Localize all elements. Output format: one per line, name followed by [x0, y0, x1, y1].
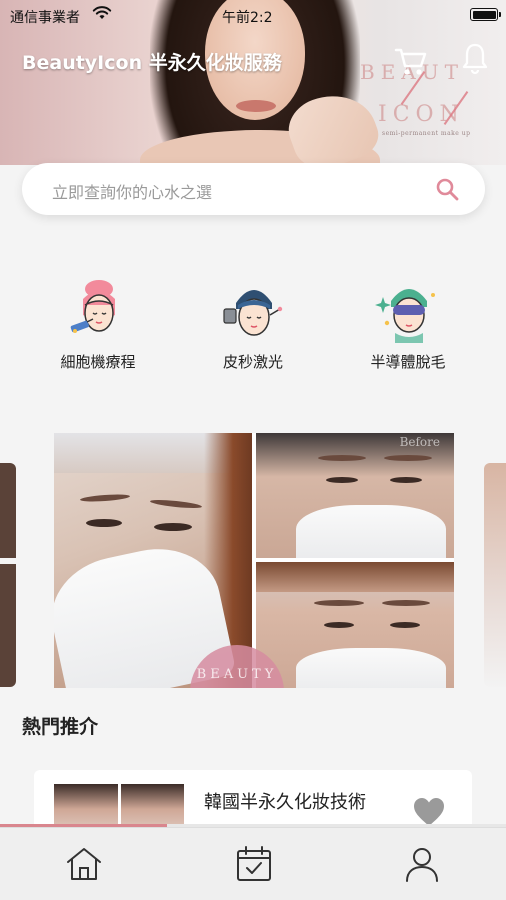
after-photo	[256, 562, 454, 688]
carousel-slide[interactable]: Before BEAUTY	[54, 433, 454, 688]
category-hair-removal[interactable]: 半導體脫毛	[338, 275, 478, 372]
carousel-next-slide[interactable]	[484, 463, 506, 687]
search-placeholder: 立即查詢你的心水之選	[52, 183, 213, 202]
promo-carousel[interactable]: Before BEAUTY	[0, 433, 506, 688]
wifi-icon	[92, 6, 112, 19]
search-input[interactable]: 立即查詢你的心水之選	[22, 163, 485, 215]
facial-machine-icon	[70, 280, 115, 333]
section-title-popular: 熱門推介	[22, 716, 99, 738]
home-icon[interactable]	[64, 844, 104, 884]
category-label: 皮秒激光	[222, 353, 283, 371]
page-title: BeautyIcon 半永久化妝服務	[22, 52, 282, 74]
banner-model-lips	[236, 100, 276, 112]
profile-icon[interactable]	[402, 844, 442, 884]
battery-icon	[470, 8, 501, 21]
carrier-label: 通信事業者	[10, 10, 80, 26]
category-label: 半導體脫毛	[370, 353, 446, 371]
category-facial-machine[interactable]: 細胞機療程	[28, 275, 168, 372]
cart-icon[interactable]	[394, 44, 428, 78]
search-icon[interactable]	[435, 177, 459, 201]
bell-icon[interactable]	[460, 42, 490, 76]
category-laser[interactable]: 皮秒激光	[183, 275, 323, 372]
status-time: 午前2:2	[222, 10, 273, 26]
bottom-nav	[0, 827, 506, 900]
recommendation-title: 韓國半永久化妝技術	[204, 792, 366, 813]
laser-treatment-icon	[223, 290, 283, 336]
category-label: 細胞機療程	[60, 353, 136, 371]
hair-removal-icon	[375, 289, 435, 343]
status-bar: 通信事業者 午前2:2	[0, 0, 506, 30]
calendar-icon[interactable]	[234, 844, 274, 884]
carousel-prev-slide[interactable]	[0, 463, 16, 687]
before-label: Before	[399, 435, 440, 449]
before-photo: Before	[256, 433, 454, 558]
category-list: 細胞機療程 皮秒激光 半導體脫毛	[0, 275, 506, 385]
